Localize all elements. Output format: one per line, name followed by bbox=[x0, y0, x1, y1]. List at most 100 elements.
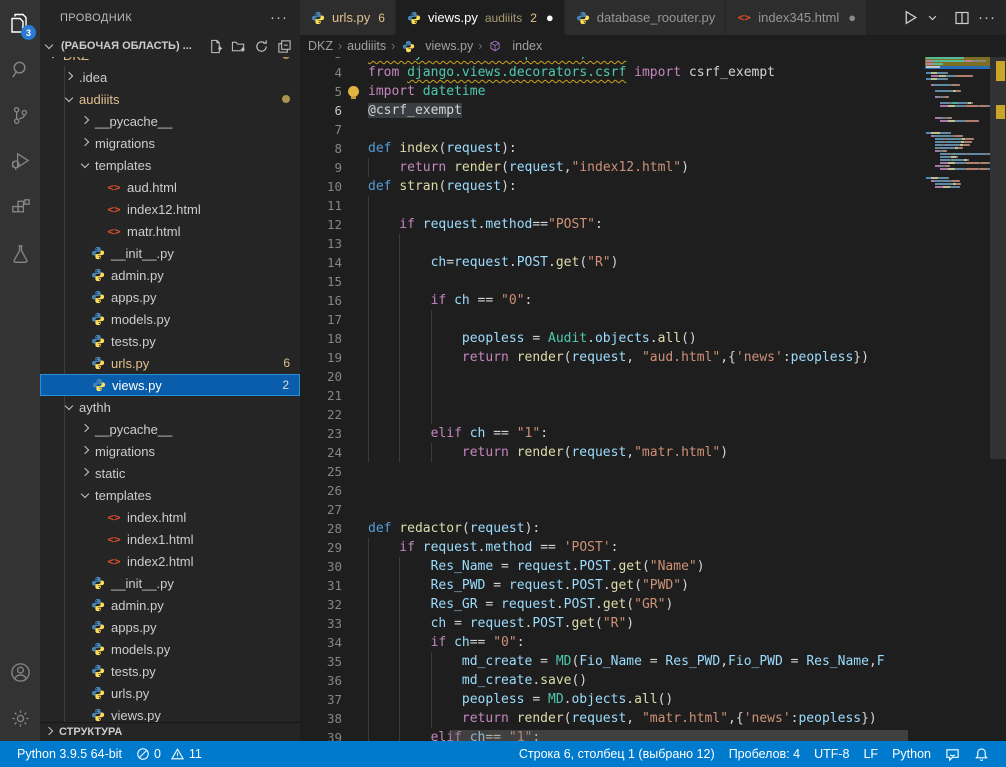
code-line-9[interactable]: 9return render(request,"index12.html") bbox=[300, 158, 925, 177]
code-line-20[interactable]: 20 bbox=[300, 367, 925, 386]
code-line-18[interactable]: 18peopless = Audit.objects.all() bbox=[300, 329, 925, 348]
line-number[interactable]: 16 bbox=[300, 291, 342, 310]
code-line-38[interactable]: 38return render(request, "matr.html",{'n… bbox=[300, 709, 925, 728]
line-number[interactable]: 19 bbox=[300, 348, 342, 367]
line-number[interactable]: 32 bbox=[300, 595, 342, 614]
code-line-17[interactable]: 17 bbox=[300, 310, 925, 329]
run-debug-icon[interactable] bbox=[0, 138, 40, 184]
code-line-35[interactable]: 35md_create = MD(Fio_Name = Res_PWD,Fio_… bbox=[300, 652, 925, 671]
line-number[interactable]: 31 bbox=[300, 576, 342, 595]
code-line-5[interactable]: 5import datetime bbox=[300, 82, 925, 101]
code-line-22[interactable]: 22 bbox=[300, 405, 925, 424]
search-icon[interactable] bbox=[0, 46, 40, 92]
workspace-section-header[interactable]: (РАБОЧАЯ ОБЛАСТЬ) ... bbox=[40, 35, 300, 57]
outline-section-header[interactable]: СТРУКТУРА bbox=[40, 722, 300, 741]
tree-item-apps.py[interactable]: apps.py bbox=[40, 286, 300, 308]
line-number[interactable]: 13 bbox=[300, 234, 342, 253]
code-line-37[interactable]: 37peopless = MD.objects.all() bbox=[300, 690, 925, 709]
line-number[interactable]: 18 bbox=[300, 329, 342, 348]
tree-item-tests.py[interactable]: tests.py bbox=[40, 330, 300, 352]
more-actions-button[interactable]: ··· bbox=[976, 7, 998, 28]
tab-urls.py[interactable]: urls.py6 bbox=[300, 0, 396, 35]
line-number[interactable]: 15 bbox=[300, 272, 342, 291]
tree-item-index12.html[interactable]: <>index12.html bbox=[40, 198, 300, 220]
tab-database_roouter.py[interactable]: database_roouter.py bbox=[565, 0, 727, 35]
code-line-10[interactable]: 10def stran(request): bbox=[300, 177, 925, 196]
eol-status[interactable]: LF bbox=[856, 741, 885, 767]
tree-item-__init__.py[interactable]: __init__.py bbox=[40, 242, 300, 264]
code-line-28[interactable]: 28def redactor(request): bbox=[300, 519, 925, 538]
breadcrumb-item-viewspy[interactable]: views.py bbox=[400, 38, 473, 54]
language-mode-status[interactable]: Python bbox=[885, 741, 938, 767]
testing-icon[interactable] bbox=[0, 230, 40, 276]
feedback-icon[interactable] bbox=[938, 741, 967, 767]
tree-item-index2.html[interactable]: <>index2.html bbox=[40, 550, 300, 572]
horizontal-scrollbar[interactable] bbox=[450, 730, 908, 741]
code-line-7[interactable]: 7 bbox=[300, 120, 925, 139]
code-line-12[interactable]: 12if request.method=="POST": bbox=[300, 215, 925, 234]
explorer-icon[interactable]: 3 bbox=[0, 0, 40, 46]
line-number[interactable]: 21 bbox=[300, 386, 342, 405]
line-number[interactable]: 26 bbox=[300, 481, 342, 500]
breadcrumb-item-index-symbol[interactable]: index bbox=[487, 38, 542, 54]
run-python-file-button[interactable] bbox=[900, 7, 921, 28]
tree-item-models.py[interactable]: models.py bbox=[40, 638, 300, 660]
line-number[interactable]: 35 bbox=[300, 652, 342, 671]
line-number[interactable]: 27 bbox=[300, 500, 342, 519]
tree-item-__init__.py[interactable]: __init__.py bbox=[40, 572, 300, 594]
tree-item-views.py[interactable]: views.py bbox=[40, 704, 300, 722]
split-editor-button[interactable] bbox=[952, 8, 972, 28]
tree-item-index1.html[interactable]: <>index1.html bbox=[40, 528, 300, 550]
code-line-16[interactable]: 16if ch == "0": bbox=[300, 291, 925, 310]
code-line-23[interactable]: 23elif ch == "1": bbox=[300, 424, 925, 443]
code-line-34[interactable]: 34if ch== "0": bbox=[300, 633, 925, 652]
line-number[interactable]: 5 bbox=[300, 82, 342, 101]
line-number[interactable]: 20 bbox=[300, 367, 342, 386]
line-number[interactable]: 39 bbox=[300, 728, 342, 741]
line-number[interactable]: 24 bbox=[300, 443, 342, 462]
minimap[interactable] bbox=[925, 57, 990, 741]
code-line-30[interactable]: 30Res_Name = request.POST.get("Name") bbox=[300, 557, 925, 576]
line-number[interactable]: 6 bbox=[300, 101, 342, 120]
breadcrumb-item-dkz[interactable]: DKZ bbox=[308, 39, 333, 53]
tree-item-.idea[interactable]: .idea bbox=[40, 66, 300, 88]
line-number[interactable]: 37 bbox=[300, 690, 342, 709]
line-number[interactable]: 38 bbox=[300, 709, 342, 728]
tree-item-apps.py[interactable]: apps.py bbox=[40, 616, 300, 638]
code-line-8[interactable]: 8def index(request): bbox=[300, 139, 925, 158]
code-area[interactable]: 3from aythh.models import MD,Audit4from … bbox=[300, 57, 925, 741]
line-number[interactable]: 10 bbox=[300, 177, 342, 196]
line-number[interactable]: 4 bbox=[300, 63, 342, 82]
tree-item-urls.py[interactable]: urls.py bbox=[40, 682, 300, 704]
lightbulb-icon[interactable] bbox=[348, 86, 359, 97]
code-line-19[interactable]: 19return render(request, "aud.html",{'ne… bbox=[300, 348, 925, 367]
line-number[interactable]: 25 bbox=[300, 462, 342, 481]
code-line-24[interactable]: 24return render(request,"matr.html") bbox=[300, 443, 925, 462]
tree-item-tests.py[interactable]: tests.py bbox=[40, 660, 300, 682]
collapse-folders-button[interactable] bbox=[277, 39, 292, 54]
code-line-32[interactable]: 32Res_GR = request.POST.get("GR") bbox=[300, 595, 925, 614]
breadcrumb-item-audiiits[interactable]: audiiits bbox=[347, 39, 386, 53]
code-line-36[interactable]: 36md_create.save() bbox=[300, 671, 925, 690]
code-line-33[interactable]: 33ch = request.POST.get("R") bbox=[300, 614, 925, 633]
code-line-29[interactable]: 29if request.method == 'POST': bbox=[300, 538, 925, 557]
tree-item-admin.py[interactable]: admin.py bbox=[40, 264, 300, 286]
source-control-icon[interactable] bbox=[0, 92, 40, 138]
run-dropdown-chevron-icon[interactable] bbox=[925, 10, 940, 25]
code-line-11[interactable]: 11 bbox=[300, 196, 925, 215]
line-number[interactable]: 33 bbox=[300, 614, 342, 633]
code-line-6[interactable]: 6@csrf_exempt bbox=[300, 101, 925, 120]
tree-item-templates[interactable]: templates bbox=[40, 154, 300, 176]
line-number[interactable]: 7 bbox=[300, 120, 342, 139]
code-line-4[interactable]: 4from django.views.decorators.csrf impor… bbox=[300, 63, 925, 82]
cursor-position-status[interactable]: Строка 6, столбец 1 (выбрано 12) bbox=[512, 741, 722, 767]
line-number[interactable]: 36 bbox=[300, 671, 342, 690]
code-line-21[interactable]: 21 bbox=[300, 386, 925, 405]
line-number[interactable]: 22 bbox=[300, 405, 342, 424]
line-number[interactable]: 30 bbox=[300, 557, 342, 576]
code-line-13[interactable]: 13 bbox=[300, 234, 925, 253]
refresh-button[interactable] bbox=[254, 39, 269, 54]
encoding-status[interactable]: UTF-8 bbox=[807, 741, 856, 767]
tree-item-__pycache__[interactable]: __pycache__ bbox=[40, 418, 300, 440]
settings-gear-icon[interactable] bbox=[0, 695, 40, 741]
